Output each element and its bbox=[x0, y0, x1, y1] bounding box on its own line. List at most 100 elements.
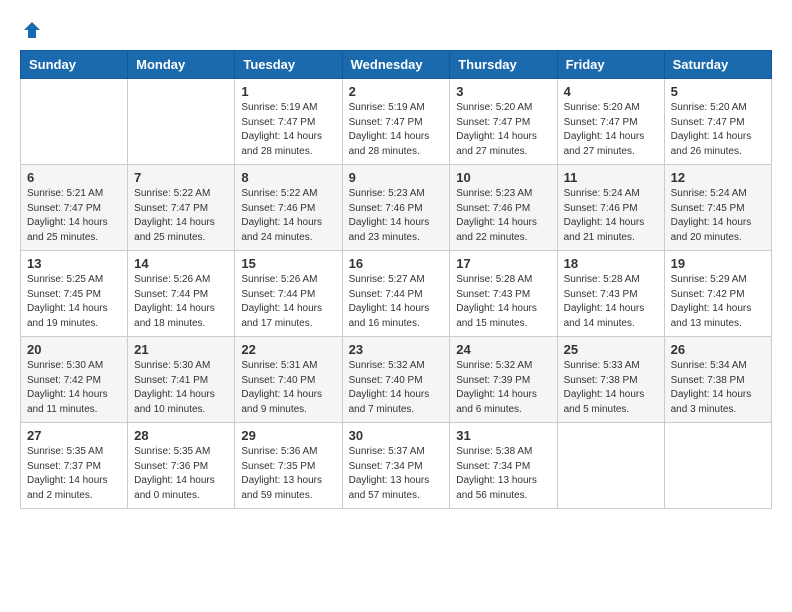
day-number: 13 bbox=[27, 256, 121, 271]
day-number: 18 bbox=[564, 256, 658, 271]
day-info: Sunrise: 5:30 AM Sunset: 7:42 PM Dayligh… bbox=[27, 359, 121, 417]
calendar-cell: 11 Sunrise: 5:24 AM Sunset: 7:46 PM Dayli… bbox=[557, 165, 664, 251]
calendar-cell bbox=[664, 423, 771, 509]
calendar-cell: 13 Sunrise: 5:25 AM Sunset: 7:45 PM Dayli… bbox=[21, 251, 128, 337]
day-info: Sunrise: 5:35 AM Sunset: 7:36 PM Dayligh… bbox=[134, 445, 228, 503]
day-number: 8 bbox=[241, 170, 335, 185]
logo bbox=[20, 20, 42, 40]
day-number: 29 bbox=[241, 428, 335, 443]
day-info: Sunrise: 5:30 AM Sunset: 7:41 PM Dayligh… bbox=[134, 359, 228, 417]
weekday-header-sunday: Sunday bbox=[21, 51, 128, 79]
day-number: 9 bbox=[349, 170, 444, 185]
day-info: Sunrise: 5:22 AM Sunset: 7:47 PM Dayligh… bbox=[134, 187, 228, 245]
day-info: Sunrise: 5:33 AM Sunset: 7:38 PM Dayligh… bbox=[564, 359, 658, 417]
day-info: Sunrise: 5:20 AM Sunset: 7:47 PM Dayligh… bbox=[671, 101, 765, 159]
calendar-cell: 18 Sunrise: 5:28 AM Sunset: 7:43 PM Dayli… bbox=[557, 251, 664, 337]
day-info: Sunrise: 5:19 AM Sunset: 7:47 PM Dayligh… bbox=[349, 101, 444, 159]
day-number: 20 bbox=[27, 342, 121, 357]
day-number: 3 bbox=[456, 84, 550, 99]
day-info: Sunrise: 5:24 AM Sunset: 7:45 PM Dayligh… bbox=[671, 187, 765, 245]
day-info: Sunrise: 5:22 AM Sunset: 7:46 PM Dayligh… bbox=[241, 187, 335, 245]
day-number: 2 bbox=[349, 84, 444, 99]
calendar-cell: 31 Sunrise: 5:38 AM Sunset: 7:34 PM Dayli… bbox=[450, 423, 557, 509]
day-info: Sunrise: 5:21 AM Sunset: 7:47 PM Dayligh… bbox=[27, 187, 121, 245]
day-info: Sunrise: 5:19 AM Sunset: 7:47 PM Dayligh… bbox=[241, 101, 335, 159]
day-info: Sunrise: 5:36 AM Sunset: 7:35 PM Dayligh… bbox=[241, 445, 335, 503]
day-info: Sunrise: 5:34 AM Sunset: 7:38 PM Dayligh… bbox=[671, 359, 765, 417]
day-number: 1 bbox=[241, 84, 335, 99]
day-info: Sunrise: 5:38 AM Sunset: 7:34 PM Dayligh… bbox=[456, 445, 550, 503]
weekday-header-tuesday: Tuesday bbox=[235, 51, 342, 79]
day-number: 23 bbox=[349, 342, 444, 357]
calendar-cell bbox=[128, 79, 235, 165]
calendar-cell: 4 Sunrise: 5:20 AM Sunset: 7:47 PM Daylig… bbox=[557, 79, 664, 165]
weekday-header-monday: Monday bbox=[128, 51, 235, 79]
day-number: 11 bbox=[564, 170, 658, 185]
calendar-cell bbox=[557, 423, 664, 509]
calendar-cell: 30Sunrise: 5:37 AM Sunset: 7:34 PM Dayli… bbox=[342, 423, 450, 509]
calendar-cell: 26 Sunrise: 5:34 AM Sunset: 7:38 PM Dayli… bbox=[664, 337, 771, 423]
calendar-cell: 23 Sunrise: 5:32 AM Sunset: 7:40 PM Dayli… bbox=[342, 337, 450, 423]
calendar-cell: 21 Sunrise: 5:30 AM Sunset: 7:41 PM Dayli… bbox=[128, 337, 235, 423]
calendar-cell: 3 Sunrise: 5:20 AM Sunset: 7:47 PM Daylig… bbox=[450, 79, 557, 165]
day-info: Sunrise: 5:23 AM Sunset: 7:46 PM Dayligh… bbox=[456, 187, 550, 245]
calendar-cell: 22 Sunrise: 5:31 AM Sunset: 7:40 PM Dayli… bbox=[235, 337, 342, 423]
day-number: 28 bbox=[134, 428, 228, 443]
day-number: 24 bbox=[456, 342, 550, 357]
day-info: Sunrise: 5:26 AM Sunset: 7:44 PM Dayligh… bbox=[241, 273, 335, 331]
day-info: Sunrise: 5:20 AM Sunset: 7:47 PM Dayligh… bbox=[456, 101, 550, 159]
day-info: Sunrise: 5:31 AM Sunset: 7:40 PM Dayligh… bbox=[241, 359, 335, 417]
weekday-header-friday: Friday bbox=[557, 51, 664, 79]
day-info: Sunrise: 5:28 AM Sunset: 7:43 PM Dayligh… bbox=[564, 273, 658, 331]
day-number: 19 bbox=[671, 256, 765, 271]
day-number: 26 bbox=[671, 342, 765, 357]
calendar-cell: 14Sunrise: 5:26 AM Sunset: 7:44 PM Dayli… bbox=[128, 251, 235, 337]
calendar: SundayMondayTuesdayWednesdayThursdayFrid… bbox=[20, 50, 772, 509]
calendar-cell: 7 Sunrise: 5:22 AM Sunset: 7:47 PM Daylig… bbox=[128, 165, 235, 251]
day-number: 15 bbox=[241, 256, 335, 271]
calendar-cell bbox=[21, 79, 128, 165]
calendar-cell: 5 Sunrise: 5:20 AM Sunset: 7:47 PM Daylig… bbox=[664, 79, 771, 165]
day-number: 5 bbox=[671, 84, 765, 99]
calendar-cell: 29 Sunrise: 5:36 AM Sunset: 7:35 PM Dayli… bbox=[235, 423, 342, 509]
day-number: 10 bbox=[456, 170, 550, 185]
day-info: Sunrise: 5:23 AM Sunset: 7:46 PM Dayligh… bbox=[349, 187, 444, 245]
day-number: 6 bbox=[27, 170, 121, 185]
calendar-cell: 10 Sunrise: 5:23 AM Sunset: 7:46 PM Dayli… bbox=[450, 165, 557, 251]
day-number: 12 bbox=[671, 170, 765, 185]
day-info: Sunrise: 5:28 AM Sunset: 7:43 PM Dayligh… bbox=[456, 273, 550, 331]
calendar-cell: 16 Sunrise: 5:27 AM Sunset: 7:44 PM Dayli… bbox=[342, 251, 450, 337]
calendar-cell: 15 Sunrise: 5:26 AM Sunset: 7:44 PM Dayli… bbox=[235, 251, 342, 337]
day-info: Sunrise: 5:20 AM Sunset: 7:47 PM Dayligh… bbox=[564, 101, 658, 159]
day-info: Sunrise: 5:35 AM Sunset: 7:37 PM Dayligh… bbox=[27, 445, 121, 503]
calendar-cell: 28 Sunrise: 5:35 AM Sunset: 7:36 PM Dayli… bbox=[128, 423, 235, 509]
calendar-cell: 12 Sunrise: 5:24 AM Sunset: 7:45 PM Dayli… bbox=[664, 165, 771, 251]
calendar-cell: 20 Sunrise: 5:30 AM Sunset: 7:42 PM Dayli… bbox=[21, 337, 128, 423]
day-number: 22 bbox=[241, 342, 335, 357]
day-number: 21 bbox=[134, 342, 228, 357]
calendar-cell: 2 Sunrise: 5:19 AM Sunset: 7:47 PM Daylig… bbox=[342, 79, 450, 165]
day-number: 4 bbox=[564, 84, 658, 99]
calendar-cell: 6 Sunrise: 5:21 AM Sunset: 7:47 PM Daylig… bbox=[21, 165, 128, 251]
day-info: Sunrise: 5:32 AM Sunset: 7:39 PM Dayligh… bbox=[456, 359, 550, 417]
day-number: 31 bbox=[456, 428, 550, 443]
calendar-cell: 27 Sunrise: 5:35 AM Sunset: 7:37 PM Dayli… bbox=[21, 423, 128, 509]
calendar-cell: 9 Sunrise: 5:23 AM Sunset: 7:46 PM Daylig… bbox=[342, 165, 450, 251]
logo-icon bbox=[22, 20, 42, 40]
day-number: 17 bbox=[456, 256, 550, 271]
day-info: Sunrise: 5:26 AM Sunset: 7:44 PM Dayligh… bbox=[134, 273, 228, 331]
day-info: Sunrise: 5:32 AM Sunset: 7:40 PM Dayligh… bbox=[349, 359, 444, 417]
day-info: Sunrise: 5:37 AM Sunset: 7:34 PM Dayligh… bbox=[349, 445, 444, 503]
day-number: 27 bbox=[27, 428, 121, 443]
weekday-header-wednesday: Wednesday bbox=[342, 51, 450, 79]
calendar-cell: 8 Sunrise: 5:22 AM Sunset: 7:46 PM Daylig… bbox=[235, 165, 342, 251]
weekday-header-thursday: Thursday bbox=[450, 51, 557, 79]
day-number: 7 bbox=[134, 170, 228, 185]
day-info: Sunrise: 5:29 AM Sunset: 7:42 PM Dayligh… bbox=[671, 273, 765, 331]
calendar-cell: 17 Sunrise: 5:28 AM Sunset: 7:43 PM Dayli… bbox=[450, 251, 557, 337]
weekday-header-saturday: Saturday bbox=[664, 51, 771, 79]
day-info: Sunrise: 5:24 AM Sunset: 7:46 PM Dayligh… bbox=[564, 187, 658, 245]
day-info: Sunrise: 5:25 AM Sunset: 7:45 PM Dayligh… bbox=[27, 273, 121, 331]
day-number: 16 bbox=[349, 256, 444, 271]
day-info: Sunrise: 5:27 AM Sunset: 7:44 PM Dayligh… bbox=[349, 273, 444, 331]
